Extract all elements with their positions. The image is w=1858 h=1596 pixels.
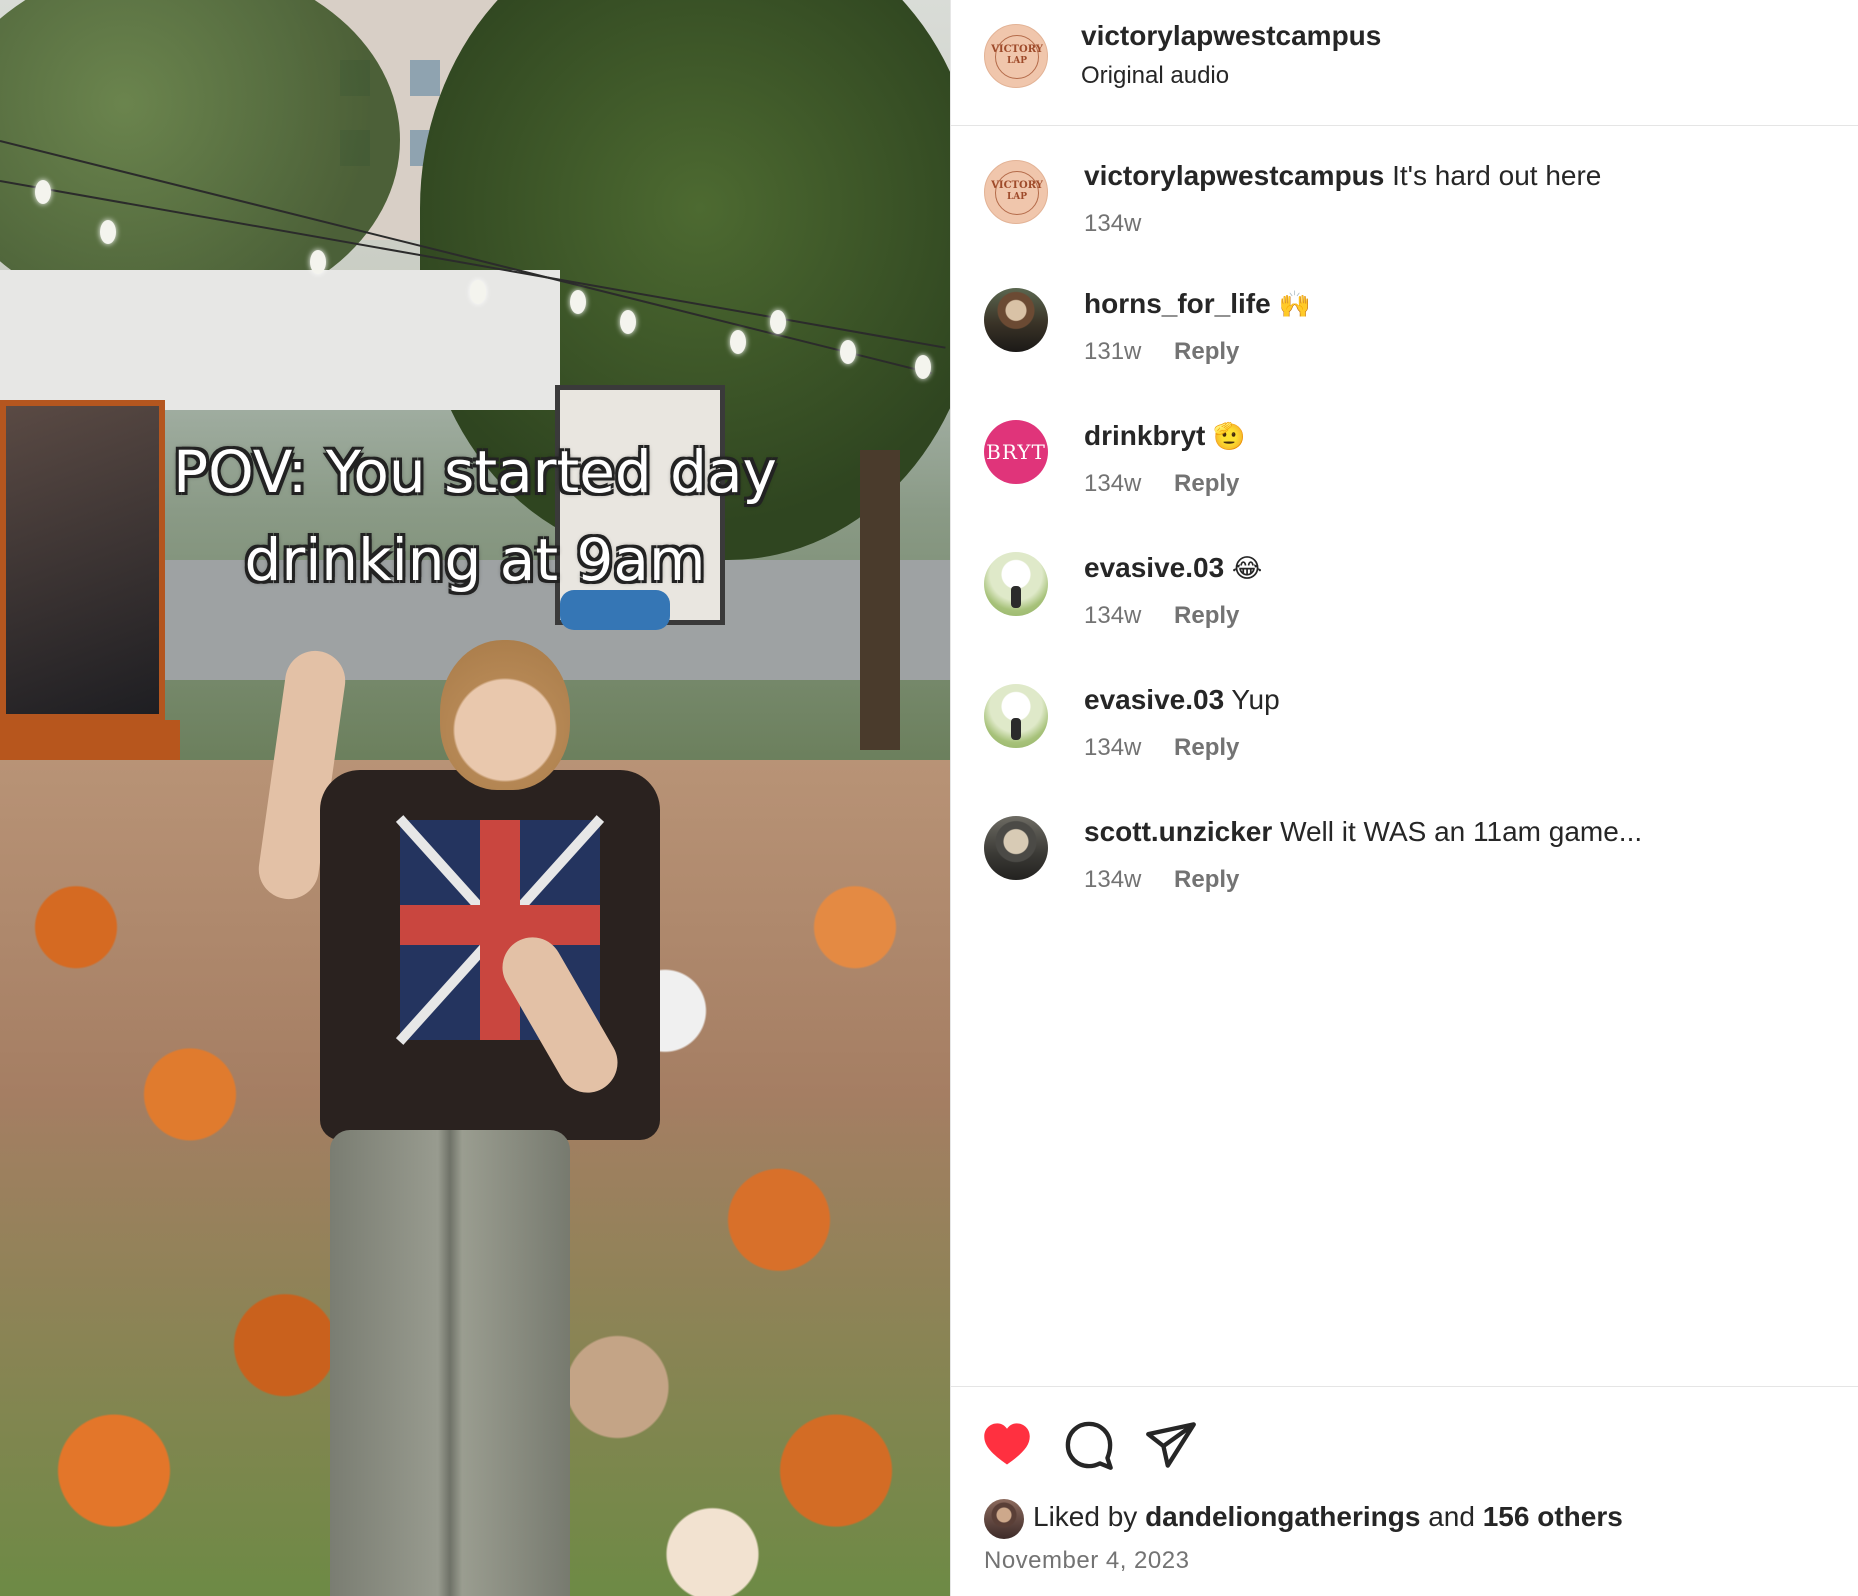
raised-hands-emoji: 🙌 [1278,290,1311,320]
reply-button[interactable]: Reply [1174,866,1239,893]
reply-button[interactable]: Reply [1174,470,1239,497]
liked-by-and: and [1428,1501,1475,1532]
comment-avatar[interactable] [984,552,1048,616]
comment-age[interactable]: 134w [1084,470,1141,497]
author-username[interactable]: victorylapwestcampus [1081,20,1381,52]
comment-item: evasive.03 Yup 134w Reply [951,684,1858,804]
comment-age[interactable]: 131w [1084,338,1141,365]
liked-by-others[interactable]: 156 others [1483,1501,1623,1532]
media-dancing-kid [250,630,690,1596]
post-actions: Liked by dandeliongatherings and 156 oth… [951,1386,1858,1596]
media-string-lights [0,140,950,400]
reply-button[interactable]: Reply [1174,734,1239,761]
overlay-caption-line2: drinking at 9am [244,526,706,594]
comment-item: scott.unzicker Well it WAS an 11am game.… [951,816,1858,936]
comment-username[interactable]: evasive.03 [1084,552,1224,583]
liked-by-avatar[interactable] [984,1499,1024,1539]
comment-username[interactable]: victorylapwestcampus [1084,160,1384,191]
comment-age[interactable]: 134w [1084,602,1141,629]
comment-avatar[interactable]: VICTORY LAP [984,160,1048,224]
comment-avatar[interactable]: BRYT [984,420,1048,484]
author-avatar[interactable]: VICTORY LAP [984,24,1048,88]
comment-avatar[interactable] [984,816,1048,880]
reply-button[interactable]: Reply [1174,602,1239,629]
comment-text: Well it WAS an 11am game... [1280,816,1643,847]
comment-item: evasive.03 😂 134w Reply [951,552,1858,672]
share-icon[interactable] [1145,1419,1197,1471]
liked-by-prefix: Liked by [1033,1501,1138,1532]
post-side-panel: VICTORY LAP victorylapwestcampus Origina… [950,0,1858,1596]
post-header: VICTORY LAP victorylapwestcampus Origina… [951,0,1858,126]
comment-icon[interactable] [1063,1419,1115,1471]
liked-by-summary[interactable]: Liked by dandeliongatherings and 156 oth… [1033,1501,1623,1533]
comment-text: It's hard out here [1392,160,1602,191]
caption-comment: VICTORY LAP victorylapwestcampus It's ha… [951,160,1858,280]
audio-link[interactable]: Original audio [1081,62,1229,90]
comment-text: Yup [1231,684,1280,715]
comment-age[interactable]: 134w [1084,866,1141,893]
liked-by-user[interactable]: dandeliongatherings [1145,1501,1420,1532]
saluting-emoji: 🫡 [1213,422,1246,452]
comment-username[interactable]: evasive.03 [1084,684,1224,715]
comment-avatar[interactable] [984,684,1048,748]
comment-avatar[interactable] [984,288,1048,352]
comment-username[interactable]: drinkbryt [1084,420,1205,451]
comment-item: horns_for_life 🙌 131w Reply [951,288,1858,408]
comment-age[interactable]: 134w [1084,210,1141,237]
laughing-emoji: 😂 [1231,554,1263,584]
heart-icon[interactable] [981,1419,1033,1471]
comment-item: BRYT drinkbryt 🫡 134w Reply [951,420,1858,540]
overlay-caption-line1: POV: You started day [173,438,777,506]
reply-button[interactable]: Reply [1174,338,1239,365]
comment-age[interactable]: 134w [1084,734,1141,761]
post-media[interactable]: POV: You started day drinking at 9am [0,0,950,1596]
post-date[interactable]: November 4, 2023 [984,1547,1189,1575]
comment-username[interactable]: horns_for_life [1084,288,1271,319]
comment-username[interactable]: scott.unzicker [1084,816,1272,847]
